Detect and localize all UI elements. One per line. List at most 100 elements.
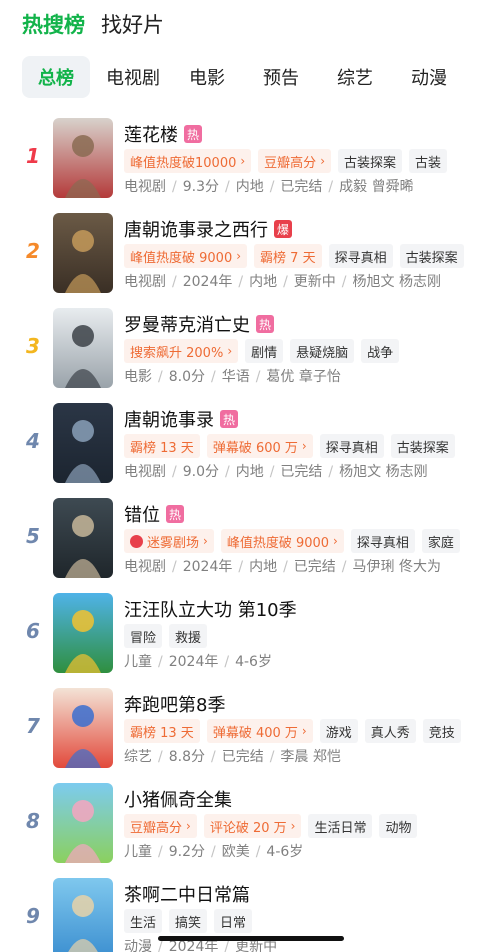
meta-value: 2024年: [168, 654, 219, 670]
show-title[interactable]: 茶啊二中日常篇: [124, 881, 250, 907]
genre-tag[interactable]: 生活: [124, 909, 163, 933]
show-title[interactable]: 错位: [124, 501, 160, 527]
ranking-item[interactable]: 8 小猪佩奇全集 豆瓣高分 › 评论破 20 万 › 生活日常 动物 儿童/9.2分 / 欧美/4-…: [0, 781, 500, 876]
tag-list: 冒险 救援: [124, 624, 484, 648]
show-title[interactable]: 莲花楼: [124, 121, 178, 147]
genre-tag[interactable]: 战争: [361, 339, 400, 363]
meta-value: 杨旭文 杨志刚: [352, 274, 441, 290]
meta-value: 已完结: [293, 559, 336, 575]
meta-value: 已完结: [280, 179, 323, 195]
poster-image[interactable]: [53, 688, 113, 768]
genre-tag[interactable]: 古装探案: [338, 149, 403, 173]
genre-tag[interactable]: 竞技: [422, 719, 461, 743]
tag-label: 霸榜 13 天: [130, 725, 194, 741]
tab-movies[interactable]: 电影: [176, 56, 238, 98]
genre-tag[interactable]: 真人秀: [364, 719, 416, 743]
tab-overall[interactable]: 总榜: [22, 56, 90, 98]
tab-hot-search[interactable]: 热搜榜: [22, 9, 85, 39]
genre-tag[interactable]: 探寻真相: [319, 434, 384, 458]
ranking-item[interactable]: 4 唐朝诡事录热霸榜 13 天弹幕破 600 万 › 探寻真相 古装探案 电视剧/9.0分…: [0, 401, 500, 496]
meta-value: 李晨 郑恺: [280, 749, 341, 765]
show-title[interactable]: 汪汪队立大功 第10季: [124, 596, 297, 622]
genre-tag[interactable]: 生活日常: [308, 814, 373, 838]
meta-separator: /: [238, 274, 244, 290]
highlight-tag[interactable]: 弹幕破 600 万 ›: [206, 434, 313, 458]
poster-image[interactable]: [53, 213, 113, 293]
meta-value: 更新中: [293, 274, 336, 290]
show-title[interactable]: 小猪佩奇全集: [124, 786, 232, 812]
highlight-tag[interactable]: 迷雾剧场 ›: [124, 529, 214, 553]
chevron-right-icon: ›: [227, 344, 233, 358]
meta-value: 已完结: [221, 749, 264, 765]
genre-tag[interactable]: 探寻真相: [350, 529, 415, 553]
ranking-list: 1 莲花楼热峰值热度破10000 › 豆瓣高分 › 古装探案 古装 电视剧/9.3分 / 内地 / 已…: [0, 116, 500, 952]
highlight-tag[interactable]: 搜索飙升 200% ›: [124, 339, 239, 363]
tab-trailers[interactable]: 预告: [250, 56, 312, 98]
genre-tag[interactable]: 古装: [409, 149, 448, 173]
poster-image[interactable]: [53, 878, 113, 952]
tag-list: 豆瓣高分 › 评论破 20 万 › 生活日常 动物: [124, 814, 484, 838]
meta-value: 杨旭文 杨志刚: [339, 464, 428, 480]
tab-tv-series[interactable]: 电视剧: [102, 56, 164, 98]
ranking-item[interactable]: 2 唐朝诡事录之西行爆峰值热度破 9000 › 霸榜 7 天 探寻真相 古装探案 电视剧 / 2…: [0, 211, 500, 306]
highlight-tag[interactable]: 峰值热度破 9000 ›: [124, 244, 248, 268]
tab-find-movies[interactable]: 找好片: [101, 9, 164, 39]
highlight-tag[interactable]: 峰值热度破10000 ›: [124, 149, 252, 173]
tag-list: 搜索飙升 200% › 剧情 悬疑烧脑 战争: [124, 339, 484, 363]
genre-tag[interactable]: 游戏: [319, 719, 358, 743]
poster-image[interactable]: [53, 783, 113, 863]
poster-image[interactable]: [53, 403, 113, 483]
meta-separator: /: [210, 844, 216, 860]
highlight-tag[interactable]: 霸榜 13 天: [124, 434, 200, 458]
genre-tag[interactable]: 救援: [169, 624, 208, 648]
highlight-tag[interactable]: 豆瓣高分 ›: [124, 814, 197, 838]
tag-label: 峰值热度破 9000: [226, 535, 330, 551]
tab-variety[interactable]: 综艺: [324, 56, 386, 98]
meta-separator: /: [341, 559, 347, 575]
show-title[interactable]: 罗曼蒂克消亡史: [124, 311, 250, 337]
ranking-item[interactable]: 1 莲花楼热峰值热度破10000 › 豆瓣高分 › 古装探案 古装 电视剧/9.3分 / 内地 / 已…: [0, 116, 500, 211]
genre-tag[interactable]: 日常: [214, 909, 253, 933]
tag-list: 霸榜 13 天弹幕破 400 万 › 游戏 真人秀 竞技: [124, 719, 484, 743]
highlight-tag[interactable]: 豆瓣高分 ›: [258, 149, 331, 173]
ranking-item[interactable]: 3 罗曼蒂克消亡史热搜索飙升 200% › 剧情 悬疑烧脑 战争 电影 / 8.0分 / 华语 / 葛优…: [0, 306, 500, 401]
highlight-tag[interactable]: 峰值热度破 9000 ›: [220, 529, 344, 553]
theater-logo-icon: [130, 534, 143, 548]
meta-separator: /: [158, 749, 163, 765]
hot-badge: 热: [184, 125, 203, 143]
ranking-item[interactable]: 5 错位热迷雾剧场 › 峰值热度破 9000 › 探寻真相 家庭 电视剧/2024年 / 内地 / 已…: [0, 496, 500, 591]
genre-tag[interactable]: 动物: [379, 814, 418, 838]
show-title[interactable]: 奔跑吧第8季: [124, 691, 225, 717]
meta-value: 动漫: [124, 939, 152, 952]
tag-label: 日常: [220, 915, 247, 931]
show-title[interactable]: 唐朝诡事录之西行: [124, 216, 268, 242]
meta-separator: /: [172, 464, 177, 480]
highlight-tag[interactable]: 评论破 20 万 ›: [203, 814, 302, 838]
genre-tag[interactable]: 古装探案: [399, 244, 464, 268]
rank-number: 4: [26, 429, 40, 453]
genre-tag[interactable]: 探寻真相: [328, 244, 393, 268]
chevron-right-icon: ›: [236, 249, 242, 263]
genre-tag[interactable]: 冒险: [124, 624, 163, 648]
meta-separator: /: [269, 179, 275, 195]
show-title[interactable]: 唐朝诡事录: [124, 406, 214, 432]
poster-image[interactable]: [53, 308, 113, 388]
genre-tag[interactable]: 悬疑烧脑: [290, 339, 355, 363]
meta-value: 儿童: [124, 654, 152, 670]
ranking-item[interactable]: 7 奔跑吧第8季 霸榜 13 天弹幕破 400 万 › 游戏 真人秀 竞技 综艺/8.8分 / 已…: [0, 686, 500, 781]
meta-separator: /: [238, 559, 244, 575]
highlight-tag[interactable]: 弹幕破 400 万 ›: [206, 719, 313, 743]
genre-tag[interactable]: 搞笑: [169, 909, 208, 933]
poster-image[interactable]: [53, 118, 113, 198]
genre-tag[interactable]: 古装探案: [390, 434, 455, 458]
highlight-tag[interactable]: 霸榜 13 天: [124, 719, 200, 743]
genre-tag[interactable]: 剧情: [245, 339, 284, 363]
genre-tag[interactable]: 家庭: [421, 529, 460, 553]
highlight-tag[interactable]: 霸榜 7 天: [254, 244, 322, 268]
title-row: 唐朝诡事录之西行爆: [124, 215, 293, 243]
poster-image[interactable]: [53, 498, 113, 578]
tab-anime[interactable]: 动漫: [398, 56, 460, 98]
tag-label: 搞笑: [175, 915, 202, 931]
poster-image[interactable]: [53, 593, 113, 673]
ranking-item[interactable]: 6 汪汪队立大功 第10季 冒险 救援 儿童 / 2024年 / 4-6岁: [0, 591, 500, 686]
